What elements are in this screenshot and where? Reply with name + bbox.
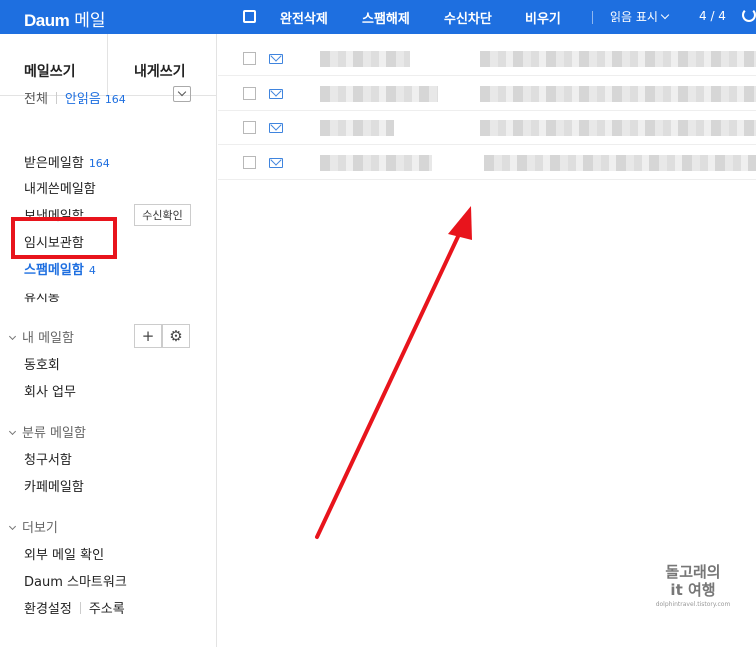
mail-checkbox[interactable] bbox=[243, 87, 256, 100]
envelope-icon bbox=[269, 89, 283, 99]
mail-row[interactable] bbox=[218, 77, 756, 111]
folder-label: 청구서함 bbox=[24, 453, 72, 468]
select-all-checkbox[interactable] bbox=[243, 10, 256, 23]
arrow-head bbox=[448, 206, 472, 240]
blurred-sender bbox=[320, 155, 432, 171]
folder-spam[interactable]: 스팸메일함 4 bbox=[24, 259, 96, 278]
address-book-link[interactable]: 주소록 bbox=[89, 602, 125, 617]
more-header[interactable]: 더보기 bbox=[8, 517, 58, 536]
spam-folder-highlight-box bbox=[11, 217, 117, 259]
blurred-subject bbox=[480, 86, 756, 102]
category-mailboxes-header[interactable]: 분류 메일함 bbox=[8, 422, 86, 441]
block-sender-button[interactable]: 수신차단 bbox=[444, 8, 492, 27]
mail-row[interactable] bbox=[218, 42, 756, 76]
refresh-icon[interactable] bbox=[742, 8, 756, 22]
blurred-sender bbox=[320, 86, 438, 102]
blog-watermark: 돌고래의 it 여행 dolphintravel.tistory.com bbox=[648, 563, 738, 608]
mail-checkbox[interactable] bbox=[243, 52, 256, 65]
envelope-icon bbox=[269, 54, 283, 64]
watermark-line2: it 여행 bbox=[670, 581, 716, 599]
brand-name: Daum bbox=[24, 11, 70, 30]
folder-label: 회사 업무 bbox=[24, 385, 76, 400]
read-filter-label: 읽음 표시 bbox=[610, 10, 658, 24]
compose-mail-button[interactable]: 메일쓰기 bbox=[24, 61, 76, 81]
page-indicator: 4 / 4 bbox=[699, 9, 726, 23]
mail-checkbox[interactable] bbox=[243, 121, 256, 134]
summary-separator bbox=[55, 92, 57, 104]
compose-divider bbox=[107, 34, 108, 96]
read-filter-dropdown[interactable]: 읽음 표시 bbox=[610, 8, 670, 25]
gear-icon: ⚙ bbox=[169, 327, 183, 345]
folder-inbox[interactable]: 받은메일함 164 bbox=[24, 152, 110, 171]
my-mailboxes-header[interactable]: 내 메일함 bbox=[8, 327, 74, 346]
folder-bills[interactable]: 청구서함 bbox=[24, 449, 72, 468]
unread-count: 164 bbox=[104, 93, 126, 106]
read-receipt-button[interactable]: 수신확인 bbox=[134, 204, 191, 226]
folder-count: 4 bbox=[88, 264, 96, 277]
link-label: 외부 메일 확인 bbox=[24, 548, 105, 563]
service-name: 메일 bbox=[74, 11, 106, 31]
blurred-sender bbox=[320, 51, 410, 67]
chevron-down-icon bbox=[8, 522, 17, 531]
chevron-down-icon bbox=[8, 427, 17, 436]
blurred-subject bbox=[484, 155, 756, 171]
section-title: 분류 메일함 bbox=[22, 426, 86, 441]
watermark-line1: 돌고래의 bbox=[665, 563, 721, 581]
folder-label: 받은메일함 bbox=[24, 156, 84, 171]
link-separator bbox=[79, 602, 81, 614]
folder-label: 동호회 bbox=[24, 358, 60, 373]
link-label: Daum 스마트워크 bbox=[24, 575, 127, 590]
mail-row[interactable] bbox=[218, 111, 756, 145]
chevron-down-icon bbox=[660, 10, 670, 20]
section-title: 내 메일함 bbox=[22, 331, 74, 346]
folder-sent-to-self[interactable]: 내게쓴메일함 bbox=[24, 178, 96, 197]
envelope-icon bbox=[269, 123, 283, 133]
watermark-url: dolphintravel.tistory.com bbox=[655, 601, 731, 608]
folder-label: 스팸메일함 bbox=[24, 263, 84, 278]
plus-icon: + bbox=[141, 327, 155, 345]
folder-label: 내게쓴메일함 bbox=[24, 182, 96, 197]
folder-label: 카페메일함 bbox=[24, 480, 84, 495]
folder-work[interactable]: 회사 업무 bbox=[24, 381, 76, 400]
daum-mail-logo[interactable]: Daum 메일 bbox=[24, 6, 106, 31]
settings-links: 환경설정 주소록 bbox=[24, 598, 125, 617]
smartwork-link[interactable]: Daum 스마트워크 bbox=[24, 571, 127, 590]
folder-count: 164 bbox=[88, 157, 110, 170]
add-mailbox-button[interactable]: + bbox=[134, 324, 162, 348]
expand-folders-button[interactable] bbox=[173, 86, 191, 102]
mail-summary: 전체 안읽음 164 bbox=[24, 88, 126, 107]
delete-permanently-button[interactable]: 완전삭제 bbox=[280, 8, 328, 27]
blurred-sender bbox=[320, 120, 394, 136]
mail-checkbox[interactable] bbox=[243, 156, 256, 169]
external-mail-link[interactable]: 외부 메일 확인 bbox=[24, 544, 104, 563]
unmark-spam-button[interactable]: 스팸해제 bbox=[362, 8, 410, 27]
section-title: 더보기 bbox=[22, 521, 58, 536]
unread-mail-link[interactable]: 안읽음 bbox=[65, 92, 101, 107]
top-toolbar: Daum 메일 완전삭제 스팸해제 수신차단 비우기 읽음 표시 4 / 4 bbox=[0, 0, 756, 34]
mailbox-settings-button[interactable]: ⚙ bbox=[162, 324, 190, 348]
chevron-down-icon bbox=[8, 332, 17, 341]
arrow-shaft bbox=[315, 226, 464, 539]
envelope-icon bbox=[269, 158, 283, 168]
toolbar-divider bbox=[592, 11, 593, 24]
empty-folder-button[interactable]: 비우기 bbox=[525, 8, 561, 27]
compose-to-self-button[interactable]: 내게쓰기 bbox=[134, 61, 186, 81]
blurred-subject bbox=[480, 120, 756, 136]
blurred-subject bbox=[480, 51, 756, 67]
mail-row[interactable] bbox=[218, 146, 756, 180]
all-mail-link[interactable]: 전체 bbox=[24, 92, 48, 107]
folder-club[interactable]: 동호회 bbox=[24, 354, 60, 373]
settings-link[interactable]: 환경설정 bbox=[24, 602, 72, 617]
folder-cafe[interactable]: 카페메일함 bbox=[24, 476, 84, 495]
